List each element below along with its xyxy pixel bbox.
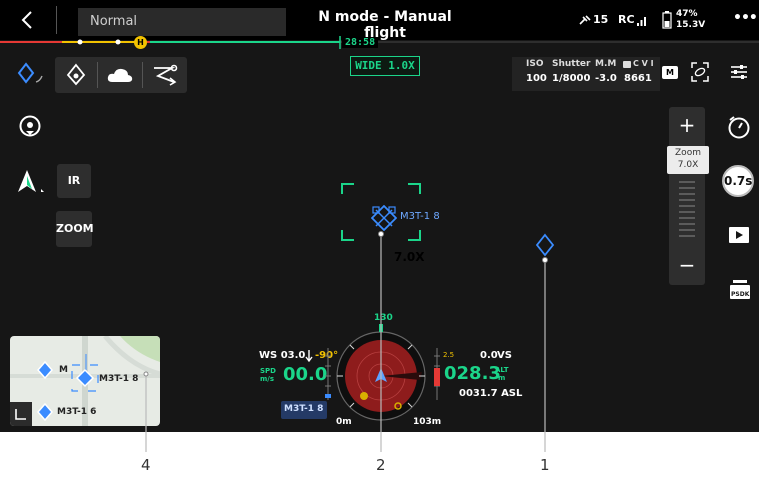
callout-1: 1 bbox=[540, 456, 550, 474]
callout-lines bbox=[143, 231, 548, 452]
callout-4: 4 bbox=[141, 456, 151, 474]
callout-2: 2 bbox=[376, 456, 386, 474]
